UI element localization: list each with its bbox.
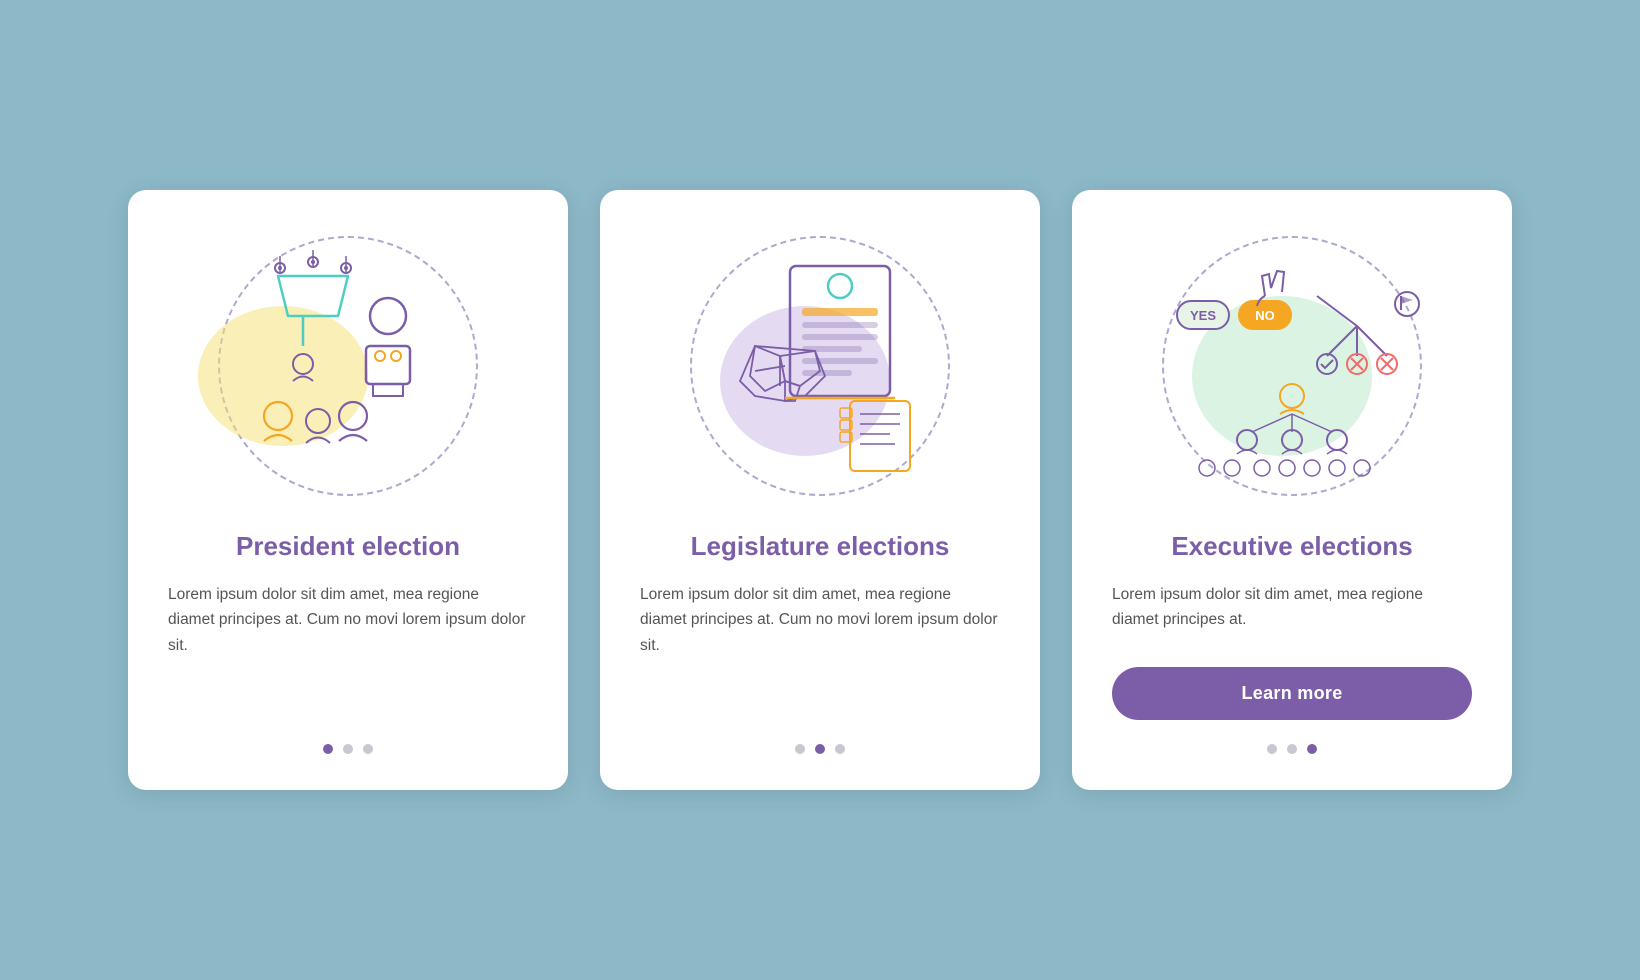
dot-2-1 xyxy=(795,744,805,754)
card-title-1: President election xyxy=(236,530,460,564)
dot-3-3 xyxy=(1307,744,1317,754)
dot-3-2 xyxy=(1287,744,1297,754)
dots-indicator-2 xyxy=(795,734,845,754)
card-body-1: Lorem ipsum dolor sit dim amet, mea regi… xyxy=(168,582,528,714)
dot-1-1 xyxy=(323,744,333,754)
dot-2-2 xyxy=(815,744,825,754)
illustration-president xyxy=(168,226,528,506)
dot-1-3 xyxy=(363,744,373,754)
svg-text:NO: NO xyxy=(1255,308,1275,323)
card-body-2: Lorem ipsum dolor sit dim amet, mea regi… xyxy=(640,582,1000,714)
card-body-3: Lorem ipsum dolor sit dim amet, mea regi… xyxy=(1112,582,1472,633)
dot-2-3 xyxy=(835,744,845,754)
cards-container: President election Lorem ipsum dolor sit… xyxy=(88,150,1552,830)
dots-indicator-1 xyxy=(323,734,373,754)
dot-3-1 xyxy=(1267,744,1277,754)
card-president-election: President election Lorem ipsum dolor sit… xyxy=(128,190,568,790)
dots-indicator-3 xyxy=(1267,734,1317,754)
card-legislature-elections: Legislature elections Lorem ipsum dolor … xyxy=(600,190,1040,790)
legislature-svg xyxy=(690,246,950,486)
dot-1-2 xyxy=(343,744,353,754)
card-title-2: Legislature elections xyxy=(691,530,950,564)
executive-svg: YES NO xyxy=(1157,246,1427,486)
president-svg xyxy=(218,246,478,486)
illustration-executive: YES NO xyxy=(1112,226,1472,506)
card-executive-elections: YES NO xyxy=(1072,190,1512,790)
svg-text:YES: YES xyxy=(1190,308,1216,323)
learn-more-button[interactable]: Learn more xyxy=(1112,667,1472,720)
card-title-3: Executive elections xyxy=(1171,530,1412,564)
illustration-legislature xyxy=(640,226,1000,506)
